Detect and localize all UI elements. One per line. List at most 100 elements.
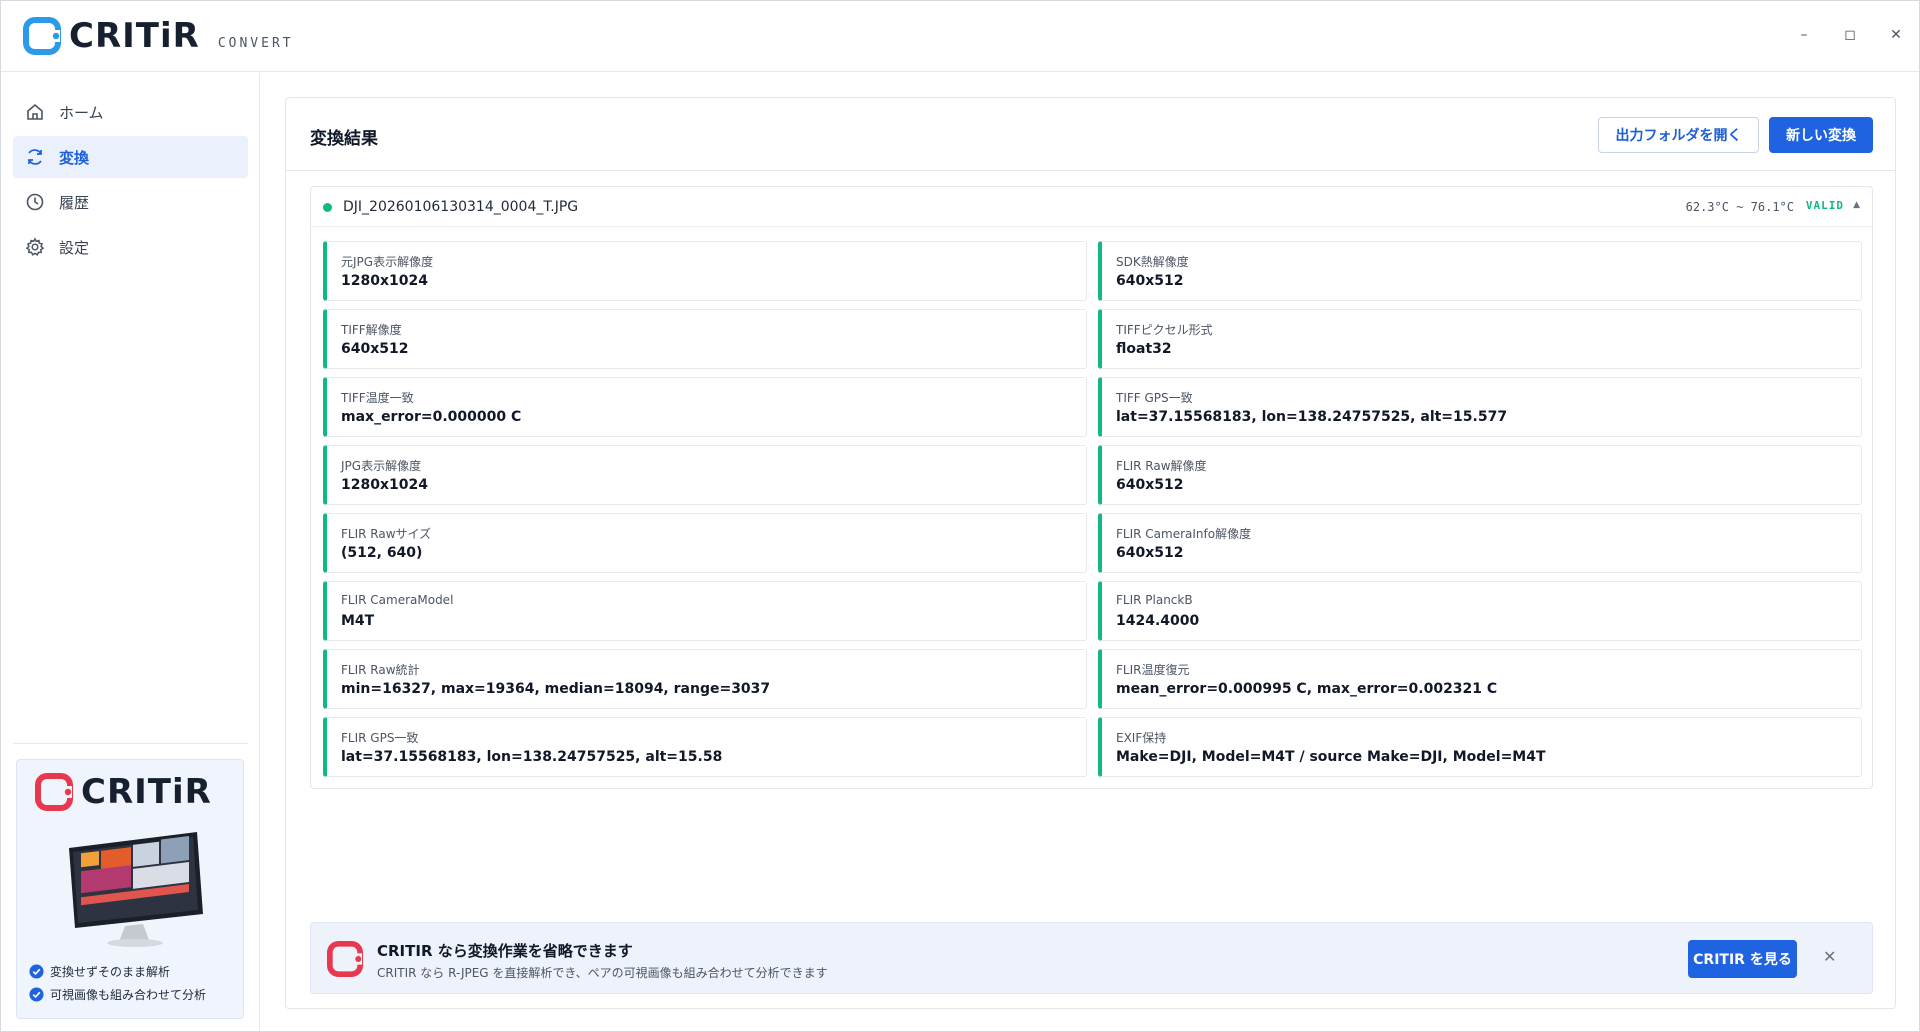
result-item-value: float32 [1116, 341, 1172, 357]
result-item-label: SDK熱解像度 [1116, 255, 1189, 269]
banner-subtitle: CRITIR なら R-JPEG を直接解析でき、ペアの可視画像も組み合わせて分… [377, 966, 828, 980]
home-icon [27, 103, 43, 120]
result-item: TIFF温度一致 max_error=0.000000 C [323, 377, 1087, 437]
refresh-icon [28, 149, 42, 165]
sidebar-item-settings[interactable]: 設定 [13, 226, 248, 268]
result-item-label: FLIR温度復元 [1116, 663, 1190, 677]
result-item-value: mean_error=0.000995 C, max_error=0.00232… [1116, 681, 1498, 697]
view-critir-button[interactable]: CRITIR を見る [1688, 940, 1797, 978]
app-window: CRITiR CONVERT – ◻ ✕ ホーム 変換 履歴 設定 CRITiR… [0, 0, 1920, 1032]
result-item-value: M4T [341, 613, 375, 629]
result-item-label: EXIF保持 [1116, 731, 1167, 745]
result-item-label: FLIR Rawサイズ [341, 527, 432, 541]
result-item-label: FLIR Raw統計 [341, 663, 420, 677]
result-item: JPG表示解像度 1280x1024 [323, 445, 1087, 505]
result-item-value: lat=37.15568183, lon=138.24757525, alt=1… [1116, 409, 1508, 425]
result-item-label: TIFFピクセル形式 [1116, 323, 1213, 337]
promo-feature: 可視画像も組み合わせて分析 [29, 983, 206, 1006]
chevron-up-icon[interactable]: ▲ [1853, 200, 1860, 210]
title-bar: CRITiR CONVERT – ◻ ✕ [1, 1, 1919, 72]
result-item-label: TIFF GPS一致 [1116, 391, 1193, 405]
result-item-label: FLIR CameraModel [341, 593, 454, 607]
critir-logo-icon [23, 17, 61, 55]
sidebar-item-label: ホーム [59, 103, 104, 122]
close-icon[interactable]: ✕ [1823, 947, 1836, 966]
check-circle-icon [29, 964, 44, 979]
open-output-folder-button[interactable]: 出力フォルダを開く [1598, 117, 1759, 153]
sidebar-item-home[interactable]: ホーム [13, 91, 248, 133]
panel-header: 変換結果 出力フォルダを開く 新しい変換 [286, 98, 1895, 171]
close-window-button[interactable]: ✕ [1873, 17, 1919, 53]
result-item: FLIR PlanckB 1424.4000 [1098, 581, 1862, 641]
sidebar: ホーム 変換 履歴 設定 CRITiR 変換せずそのまま解析 可視画像も組み合わ… [1, 73, 260, 1031]
result-item: SDK熱解像度 640x512 [1098, 241, 1862, 301]
maximize-button[interactable]: ◻ [1827, 17, 1873, 53]
result-item-label: FLIR PlanckB [1116, 593, 1193, 607]
result-item: EXIF保持 Make=DJI, Model=M4T / source Make… [1098, 717, 1862, 777]
brand-subtitle: CONVERT [217, 36, 294, 51]
sidebar-item-label: 設定 [59, 238, 90, 257]
result-item-value: lat=37.15568183, lon=138.24757525, alt=1… [341, 749, 723, 765]
critir-banner-logo-icon [327, 941, 363, 977]
result-item: FLIR Raw統計 min=16327, max=19364, median=… [323, 649, 1087, 709]
result-item: 元JPG表示解像度 1280x1024 [323, 241, 1087, 301]
result-item: TIFF解像度 640x512 [323, 309, 1087, 369]
result-item-label: FLIR CameraInfo解像度 [1116, 527, 1252, 541]
result-item: FLIR温度復元 mean_error=0.000995 C, max_erro… [1098, 649, 1862, 709]
sidebar-item-history[interactable]: 履歴 [13, 181, 248, 223]
promo-feature-text: 変換せずそのまま解析 [50, 965, 171, 979]
result-item: TIFF GPS一致 lat=37.15568183, lon=138.2475… [1098, 377, 1862, 437]
result-item-value: min=16327, max=19364, median=18094, rang… [341, 681, 771, 697]
result-header[interactable]: DJI_20260106130314_0004_T.JPG 62.3°C ~ 7… [311, 187, 1872, 227]
status-badge: VALID [1805, 199, 1844, 212]
sidebar-nav: ホーム 変換 履歴 設定 [13, 91, 248, 271]
result-item-value: Make=DJI, Model=M4T / source Make=DJI, M… [1116, 749, 1546, 765]
critir-banner: CRITIR なら変換作業を省略できます CRITIR なら R-JPEG を直… [310, 922, 1873, 994]
result-item-value: 640x512 [341, 341, 409, 357]
result-item-label: TIFF温度一致 [341, 391, 414, 405]
gear-icon [25, 237, 45, 256]
result-item-label: JPG表示解像度 [341, 459, 422, 473]
result-item-label: 元JPG表示解像度 [341, 255, 434, 269]
result-item: FLIR Raw解像度 640x512 [1098, 445, 1862, 505]
clock-icon [26, 193, 44, 211]
check-circle-icon [29, 987, 44, 1002]
result-item-value: 1424.4000 [1116, 613, 1200, 629]
file-name: DJI_20260106130314_0004_T.JPG [343, 199, 579, 215]
page-title: 変換結果 [310, 129, 378, 149]
result-item-label: FLIR GPS一致 [341, 731, 419, 745]
window-controls: – ◻ ✕ [1781, 17, 1919, 53]
sidebar-divider [13, 743, 248, 744]
temperature-range: 62.3°C ~ 76.1°C [1685, 200, 1794, 214]
result-item: FLIR CameraInfo解像度 640x512 [1098, 513, 1862, 573]
result-item-value: 640x512 [1116, 477, 1184, 493]
result-item-value: 640x512 [1116, 273, 1184, 289]
result-item-value: 1280x1024 [341, 273, 428, 289]
sidebar-item-label: 履歴 [59, 193, 90, 212]
promo-card[interactable]: CRITiR 変換せずそのまま解析 可視画像も組み合わせて分析 [16, 759, 244, 1019]
result-item-value: 640x512 [1116, 545, 1184, 561]
sidebar-item-convert[interactable]: 変換 [13, 136, 248, 178]
result-item: FLIR CameraModel M4T [323, 581, 1087, 641]
promo-feature: 変換せずそのまま解析 [29, 960, 206, 983]
critir-promo-logo-icon [35, 773, 73, 811]
promo-features: 変換せずそのまま解析 可視画像も組み合わせて分析 [29, 960, 206, 1006]
result-item-value: max_error=0.000000 C [341, 409, 522, 425]
result-item-value: 1280x1024 [341, 477, 428, 493]
result-item: TIFFピクセル形式 float32 [1098, 309, 1862, 369]
promo-logo-name: CRITiR [81, 772, 212, 812]
promo-logo: CRITiR [35, 772, 212, 812]
results-panel: 変換結果 出力フォルダを開く 新しい変換 DJI_20260106130314_… [285, 97, 1896, 1009]
result-item: FLIR GPS一致 lat=37.15568183, lon=138.2475… [323, 717, 1087, 777]
status-dot-icon [323, 203, 332, 212]
banner-title: CRITIR なら変換作業を省略できます [377, 942, 633, 960]
new-convert-button[interactable]: 新しい変換 [1769, 117, 1873, 153]
sidebar-item-label: 変換 [59, 148, 90, 167]
minimize-button[interactable]: – [1781, 17, 1827, 53]
brand: CRITiR CONVERT [23, 17, 294, 55]
result-item-value: (512, 640) [341, 545, 423, 561]
result-item-label: TIFF解像度 [341, 323, 402, 337]
promo-feature-text: 可視画像も組み合わせて分析 [50, 988, 207, 1002]
brand-name: CRITiR [69, 16, 200, 56]
result-card: DJI_20260106130314_0004_T.JPG 62.3°C ~ 7… [310, 186, 1873, 789]
